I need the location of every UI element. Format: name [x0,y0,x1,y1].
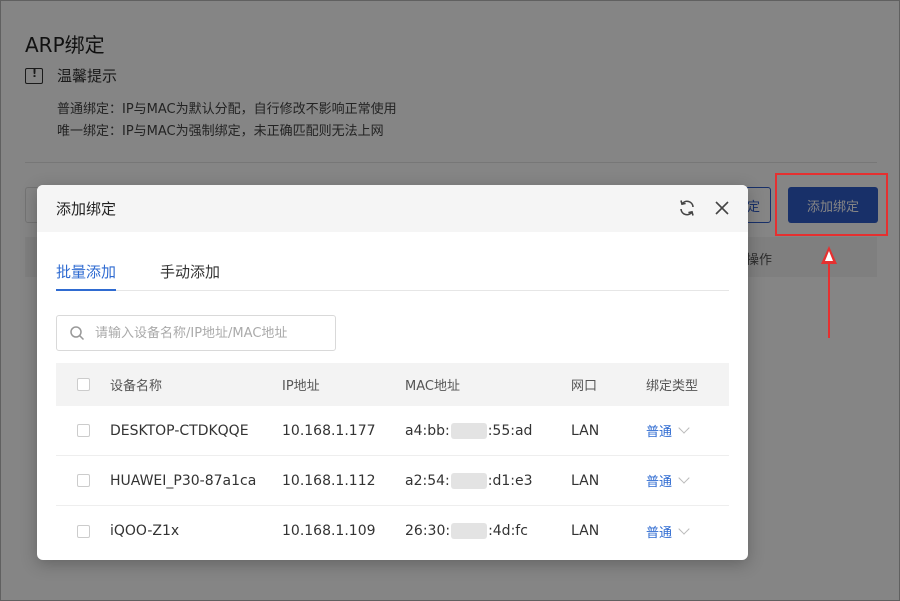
dialog-title: 添加绑定 [56,200,117,218]
tab-batch-add[interactable]: 批量添加 [56,261,117,291]
row-checkbox[interactable] [77,424,90,437]
chevron-down-icon [678,422,690,434]
mac-prefix: a2:54: [405,472,450,489]
table-header: 设备名称 IP地址 MAC地址 网口 绑定类型 [56,363,729,406]
close-icon[interactable] [713,199,731,217]
column-header-ip: IP地址 [282,379,320,394]
column-header-binding-type: 绑定类型 [646,379,699,394]
binding-type-value: 普通 [646,425,673,440]
device-ip: 10.168.1.112 [282,472,376,489]
mac-redacted [450,472,487,489]
mac-redacted [450,422,487,439]
table-row: HUAWEI_P30-87a1ca 10.168.1.112 a2:54: :d1… [56,456,729,506]
chevron-down-icon [678,522,690,535]
search-icon [70,326,85,341]
device-port: LAN [571,523,600,539]
device-port: LAN [571,422,600,439]
binding-type-value: 普通 [646,525,673,541]
mac-suffix: :4d:fc [488,523,528,539]
binding-type-select[interactable]: 普通 [646,471,729,490]
dialog-tabs: 批量添加 手动添加 [56,255,729,291]
binding-type-select[interactable]: 普通 [646,421,729,440]
annotation-highlight-box [775,173,888,236]
binding-type-value: 普通 [646,475,673,490]
mac-suffix: :55:ad [487,422,533,439]
device-search-box[interactable] [56,315,336,351]
device-search-input[interactable] [95,325,315,341]
device-table: 设备名称 IP地址 MAC地址 网口 绑定类型 DESKTOP-CTDKQQE … [56,363,729,556]
column-header-device-name: 设备名称 [110,379,163,394]
tab-manual-add[interactable]: 手动添加 [160,261,220,290]
table-row: DESKTOP-CTDKQQE 10.168.1.177 a4:bb: :55:a… [56,406,729,456]
chevron-down-icon [678,472,690,484]
annotation-arrow-shaft [828,262,830,338]
mac-prefix: a4:bb: [405,422,450,439]
mac-prefix: 26:30: [405,523,451,539]
device-port: LAN [571,472,600,489]
device-name: HUAWEI_P30-87a1ca [110,472,257,489]
column-header-port: 网口 [571,379,598,394]
column-header-mac: MAC地址 [405,379,460,394]
refresh-icon[interactable] [677,198,697,218]
table-row: iQOO-Z1x 10.168.1.109 26:30: :4d:fc LAN 普… [56,506,729,556]
device-name: DESKTOP-CTDKQQE [110,422,249,439]
annotation-arrow-head [821,246,837,264]
device-mac: a2:54: :d1:e3 [405,472,533,489]
select-all-checkbox[interactable] [77,378,90,391]
binding-type-select[interactable]: 普通 [646,522,729,541]
mac-suffix: :d1:e3 [487,472,533,489]
device-ip: 10.168.1.177 [282,422,376,439]
row-checkbox[interactable] [77,474,90,487]
dialog-header: 添加绑定 [37,185,748,232]
device-name: iQOO-Z1x [110,523,180,539]
device-ip: 10.168.1.109 [282,523,376,539]
mac-redacted [451,523,488,539]
row-checkbox[interactable] [77,524,90,538]
add-binding-dialog: 添加绑定 批量添加 手动添加 设备名称 IP地址 MAC地址 网口 绑定类型 [37,185,748,560]
device-mac: 26:30: :4d:fc [405,523,528,539]
device-mac: a4:bb: :55:ad [405,422,533,439]
